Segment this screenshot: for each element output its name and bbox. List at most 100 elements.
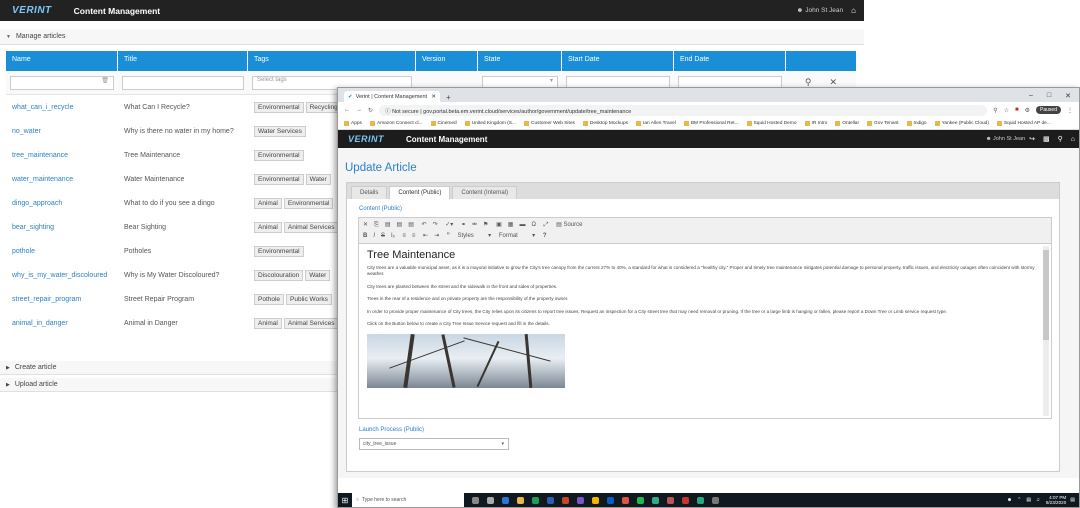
taskbar-clock[interactable]: 4:07 PM 8/23/2020 (1046, 495, 1070, 505)
article-name-link[interactable]: bear_sighting (6, 224, 118, 231)
bookmark-item[interactable]: Ian Allen Travel (636, 121, 676, 126)
new-tab-icon[interactable]: + (446, 93, 451, 102)
app-icon[interactable] (652, 496, 659, 504)
title-filter[interactable] (122, 75, 244, 90)
special-char-icon[interactable]: Ω (531, 222, 536, 228)
outdent-icon[interactable]: ⇤ (423, 233, 428, 239)
bookmark-item[interactable]: IR Intro (804, 121, 827, 126)
app-icon[interactable] (682, 496, 689, 504)
bold-icon[interactable]: B (363, 233, 367, 239)
bookmark-item[interactable]: Gov Tenant (867, 121, 899, 126)
taskbar-search[interactable]: ○ Type here to search (352, 493, 464, 507)
chrome-icon[interactable] (592, 496, 599, 504)
browser-tab[interactable]: ✔ Verint | Content Management ✕ (344, 91, 440, 102)
maximize-icon[interactable]: □ (1047, 92, 1051, 100)
tab-content-public[interactable]: Content (Public) (389, 186, 451, 199)
bookmark-item[interactable]: Desktop Mockups (582, 121, 628, 126)
spellcheck-icon[interactable]: ✓▾ (445, 222, 453, 228)
undo-icon[interactable]: ↶ (422, 222, 427, 228)
close-tab-icon[interactable]: ✕ (431, 94, 436, 100)
teams-icon[interactable] (577, 496, 584, 504)
col-title[interactable]: Title (118, 51, 248, 71)
reload-icon[interactable]: ↻ (368, 107, 373, 114)
menu-dots-icon[interactable]: ⋮ (1067, 107, 1073, 114)
home-icon[interactable]: ⌂ (1071, 136, 1075, 143)
spotify-icon[interactable] (637, 496, 644, 504)
maximize-editor-icon[interactable]: ⤢ (544, 222, 549, 228)
back-arrow-icon[interactable]: ← (344, 107, 350, 113)
article-name-link[interactable]: water_maintenance (6, 176, 118, 183)
link-icon[interactable]: ⚭ (461, 222, 466, 228)
article-name-link[interactable]: tree_maintenance (6, 152, 118, 159)
bookmark-item[interactable]: Cinemed (430, 121, 457, 126)
bookmark-item[interactable]: Squid Hosted Demo (746, 121, 797, 126)
paste-word-icon[interactable]: ▤ (408, 222, 414, 228)
forward-arrow-icon[interactable]: → (356, 107, 362, 113)
col-name[interactable]: Name (6, 51, 118, 71)
col-start-date[interactable]: Start Date (562, 51, 674, 71)
article-name-link[interactable]: what_can_i_recycle (6, 104, 118, 111)
article-name-link[interactable]: no_water (6, 128, 118, 135)
home-icon[interactable]: ⌂ (851, 6, 856, 15)
bookmark-item[interactable]: Apps (344, 121, 362, 126)
image-icon[interactable]: ▣ (496, 222, 502, 228)
user-menu[interactable]: ☻ John St Jean (986, 136, 1025, 142)
upload-article-section[interactable]: ▶ Upload article (0, 378, 340, 392)
zoom-icon[interactable]: ⚲ (993, 107, 997, 114)
search-icon[interactable]: ⚲ (1058, 135, 1063, 143)
windows-start-icon[interactable]: ⊞ (338, 496, 352, 505)
outlook-icon[interactable] (607, 496, 614, 504)
numbered-list-icon[interactable]: ≡ (402, 233, 406, 239)
redo-icon[interactable]: ↷ (433, 222, 438, 228)
source-button[interactable]: ▤ Source (556, 222, 588, 228)
col-tags[interactable]: Tags (248, 51, 416, 71)
article-name-link[interactable]: animal_in_danger (6, 320, 118, 327)
powerpoint-icon[interactable] (562, 496, 569, 504)
url-field[interactable]: ⓘ Not secure | gov.portal.beta.em.verint… (379, 104, 988, 116)
app-icon[interactable] (667, 496, 674, 504)
edge-icon[interactable] (502, 496, 509, 504)
launch-process-select[interactable]: city_tree_issue ▾ (359, 438, 509, 450)
blockquote-icon[interactable]: ” (447, 233, 450, 239)
styles-dropdown[interactable]: Styles ▾ (457, 233, 491, 239)
name-filter[interactable]: 🗑 (10, 75, 114, 90)
notifications-icon[interactable]: ▤ (1070, 497, 1079, 503)
article-name-link[interactable]: pothole (6, 248, 118, 255)
extension-icon[interactable]: ■ (1015, 107, 1019, 113)
editor-scrollbar[interactable] (1043, 246, 1049, 416)
user-menu[interactable]: ☻ John St Jean (797, 7, 844, 14)
table-icon[interactable]: ▦ (508, 222, 514, 228)
excel-icon[interactable] (532, 496, 539, 504)
chevron-up-icon[interactable]: ⌃ (1017, 497, 1021, 503)
article-name-link[interactable]: street_repair_program (6, 296, 118, 303)
article-name-link[interactable]: why_is_my_water_discoloured (6, 272, 118, 279)
tab-content-internal[interactable]: Content (Internal) (452, 186, 518, 199)
cut-icon[interactable]: ✕ (363, 222, 368, 228)
app-icon[interactable] (712, 496, 719, 504)
italic-icon[interactable]: I (373, 233, 375, 239)
explorer-icon[interactable] (517, 496, 524, 504)
mic-icon[interactable] (472, 496, 479, 504)
col-end-date[interactable]: End Date (674, 51, 786, 71)
profile-button[interactable]: Paused (1036, 106, 1061, 114)
manage-articles-section[interactable]: ▼ Manage articles (0, 29, 864, 45)
col-state[interactable]: State (478, 51, 562, 71)
indent-icon[interactable]: ⇥ (434, 233, 439, 239)
share-icon[interactable]: ↪ (1029, 135, 1035, 143)
volume-icon[interactable]: ♫ (1036, 497, 1040, 503)
bookmark-item[interactable]: BM Professional Ret... (683, 121, 739, 126)
app-icon[interactable] (622, 496, 629, 504)
bullet-list-icon[interactable]: ≡ (412, 233, 416, 239)
clear-format-icon[interactable]: Iₓ (391, 233, 395, 239)
task-view-icon[interactable] (487, 496, 494, 504)
people-icon[interactable]: ☻ (1007, 497, 1012, 503)
bookmark-item[interactable]: Customer Web Sites (524, 121, 575, 126)
format-dropdown[interactable]: Format ▾ (499, 233, 535, 239)
col-version[interactable]: Version (416, 51, 478, 71)
editor-content[interactable]: Tree Maintenance City trees are a valuab… (367, 250, 1041, 388)
app-icon[interactable] (697, 496, 704, 504)
article-name-link[interactable]: dingo_approach (6, 200, 118, 207)
paste-text-icon[interactable]: ▤ (397, 222, 403, 228)
help-icon[interactable]: ? (543, 233, 547, 239)
bookmark-item[interactable]: Amazon Connect cl... (369, 121, 423, 126)
